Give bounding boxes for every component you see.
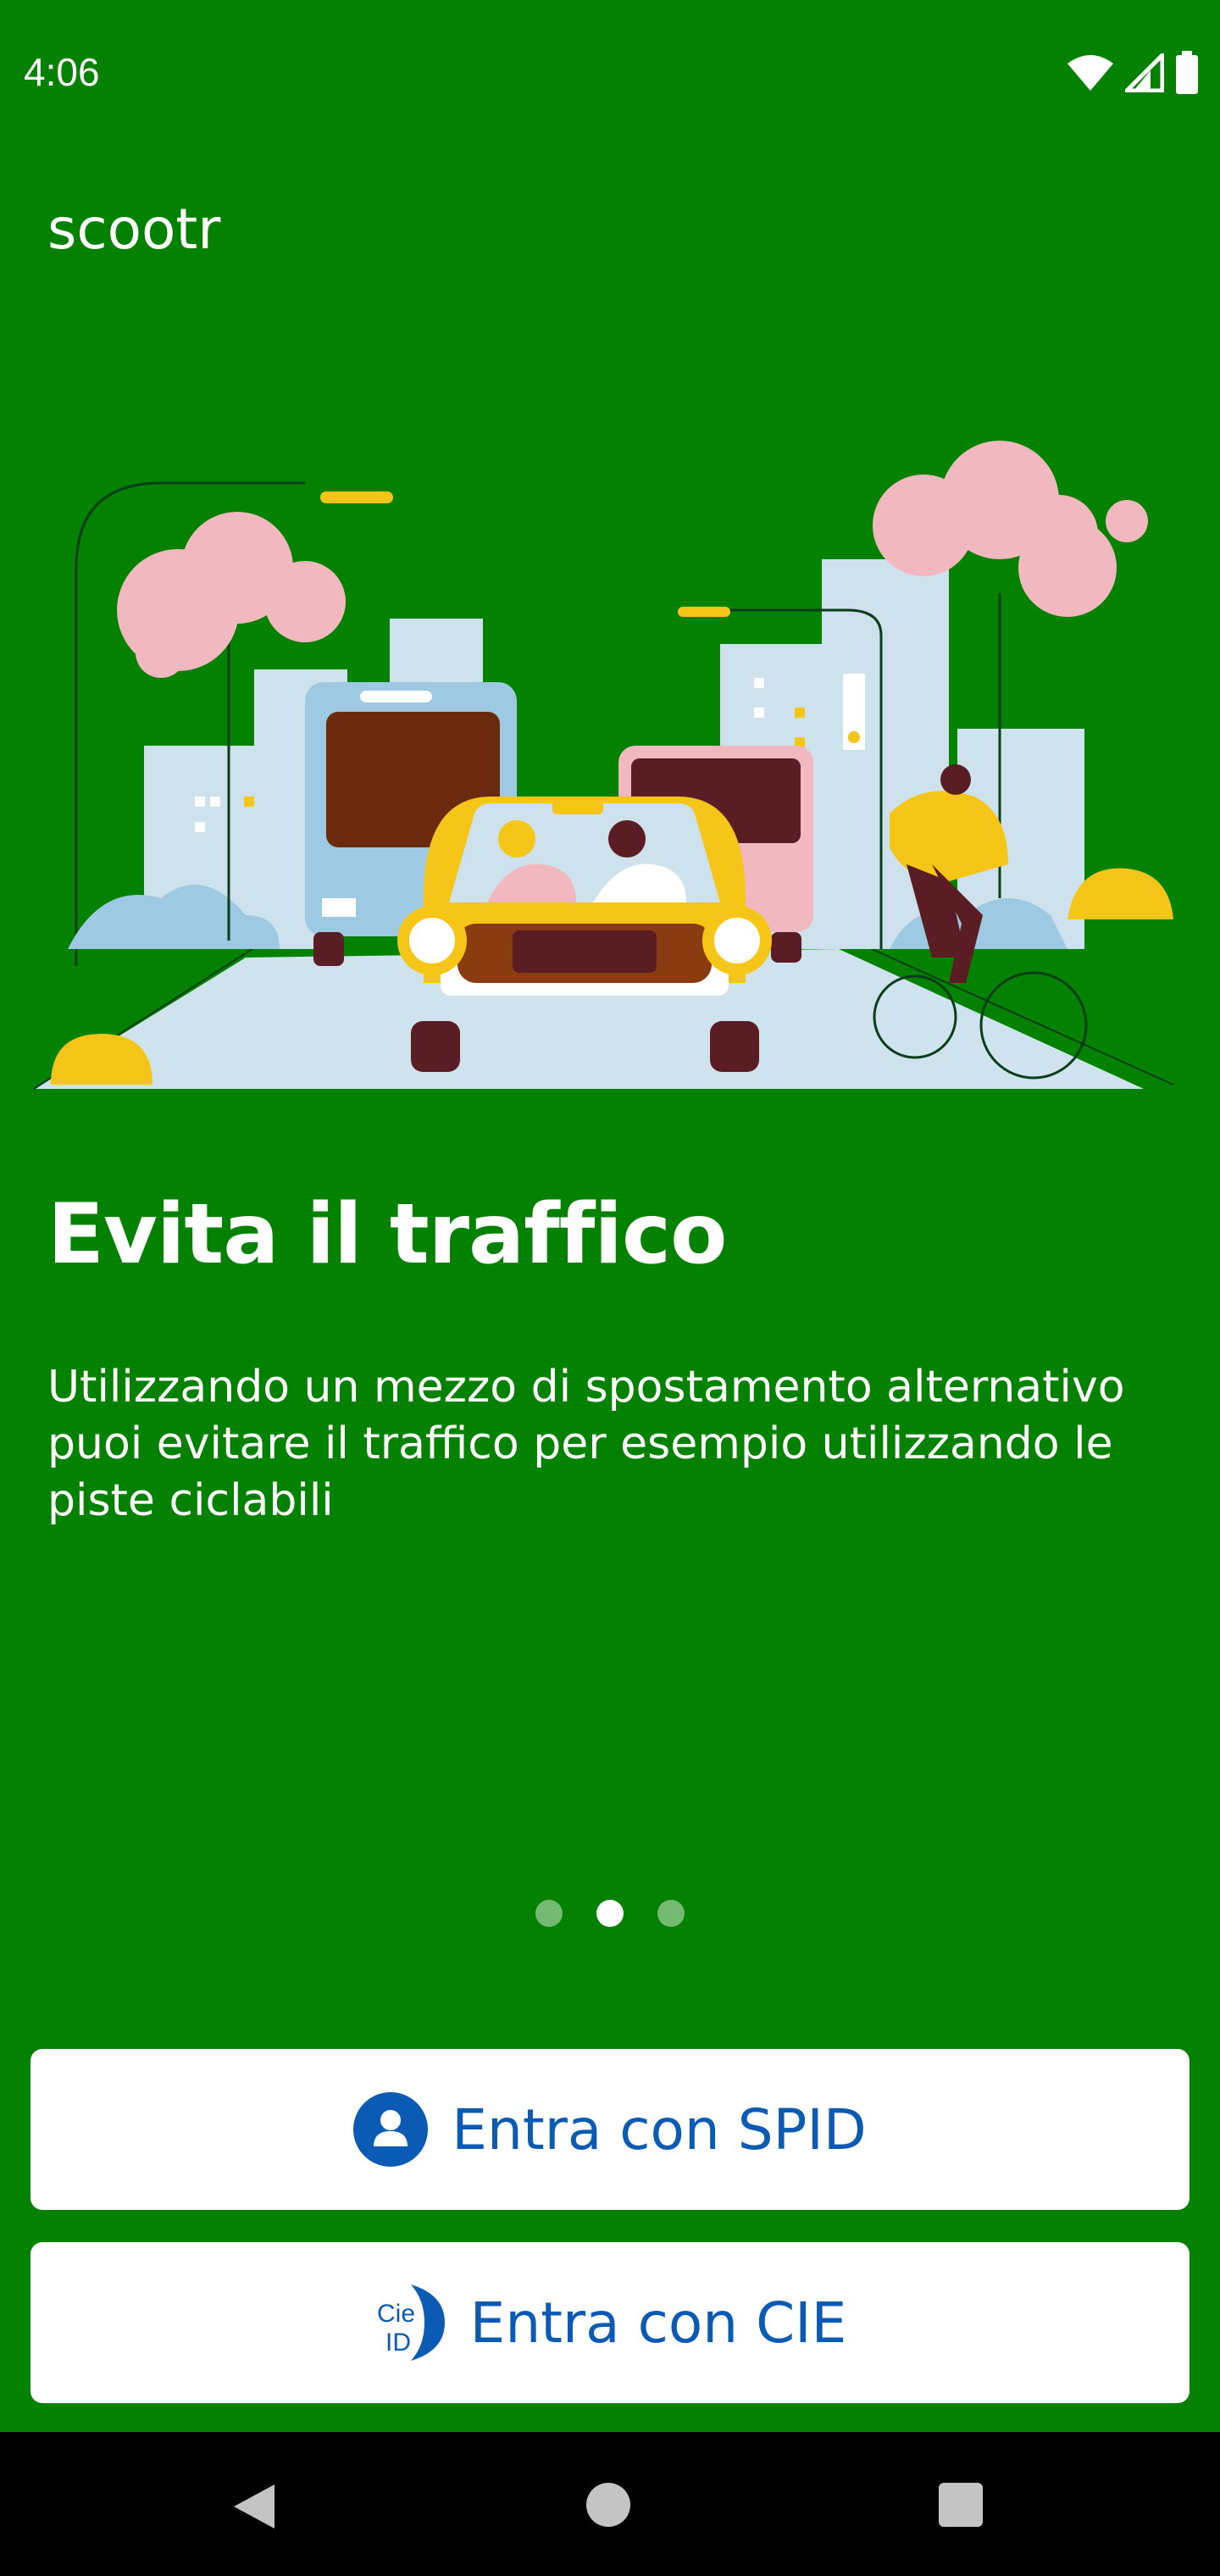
traffic-illustration [34,441,1174,1090]
cie-icon-text-bottom: ID [385,2329,411,2357]
cie-id-icon: Cie ID [377,2285,445,2361]
cie-login-label: Entra con CIE [469,2290,847,2356]
app-title: scootr [47,197,221,262]
status-icons [1066,51,1200,95]
page-dot-1[interactable] [535,1900,563,1927]
wifi-icon [1068,55,1113,91]
onboarding-description: Utilizzando un mezzo di spostamento alte… [47,1362,1125,1526]
spid-login-label: Entra con SPID [452,2096,867,2162]
page-dot-3[interactable] [657,1900,685,1927]
spid-login-button[interactable]: Entra con SPID [30,2049,1190,2210]
page-indicator [0,1900,1220,1927]
status-bar: 4:06 [0,0,1220,144]
back-icon[interactable] [230,2483,278,2530]
signal-icon [1125,53,1164,92]
cie-login-button[interactable]: Cie ID Entra con CIE [30,2242,1190,2403]
home-icon[interactable] [586,2483,630,2527]
battery-icon [1176,51,1198,94]
user-icon [353,2092,429,2167]
recent-apps-icon[interactable] [939,2483,983,2527]
cie-icon-text-top: Cie [377,2300,415,2328]
onboarding-headline: Evita il traffico [47,1186,727,1283]
page-dot-2-active[interactable] [596,1900,624,1927]
status-time: 4:06 [24,50,100,94]
